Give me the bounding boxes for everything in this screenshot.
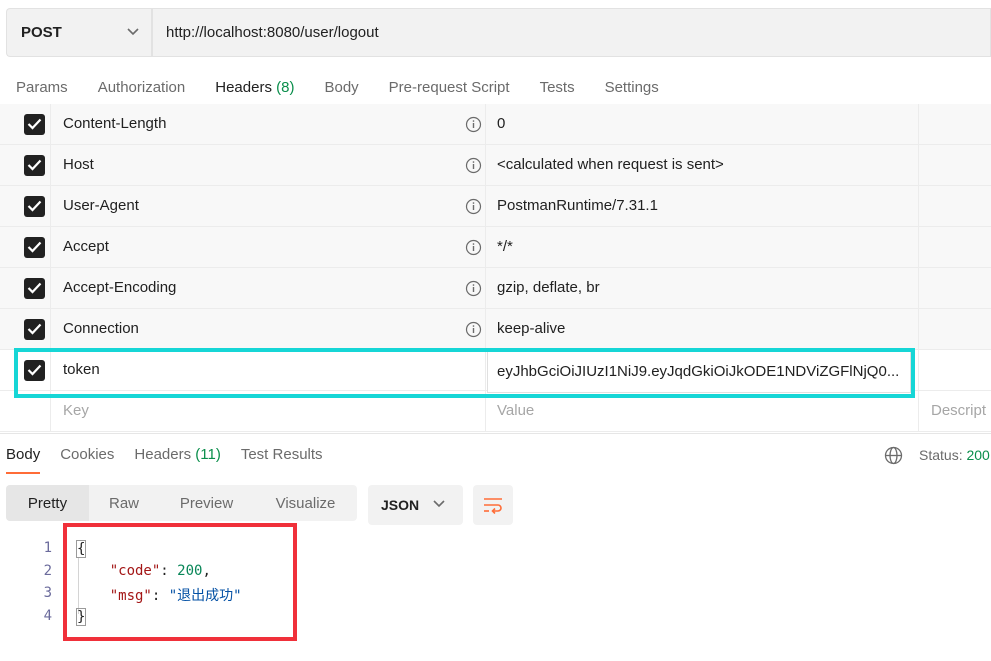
tab-params[interactable]: Params: [16, 70, 68, 108]
format-select[interactable]: JSON: [368, 485, 463, 525]
checkbox-checked-icon[interactable]: [24, 237, 45, 258]
preview-button[interactable]: Preview: [159, 485, 254, 521]
tab-headers[interactable]: Headers (8): [215, 70, 295, 108]
request-url-bar: POST http://localhost:8080/user/logout: [6, 8, 991, 57]
tab-response-headers-label: Headers: [134, 446, 192, 463]
tab-tests[interactable]: Tests: [540, 70, 575, 108]
key-placeholder[interactable]: Key: [63, 402, 89, 419]
tab-cookies[interactable]: Cookies: [60, 446, 114, 474]
tab-headers-count: (8): [276, 79, 295, 96]
tab-headers-label: Headers: [215, 79, 272, 96]
line-number: 3: [43, 585, 52, 601]
header-row: Content-Length 0: [0, 104, 991, 145]
tab-response-headers[interactable]: Headers (11): [134, 446, 220, 474]
raw-button[interactable]: Raw: [89, 485, 159, 521]
tab-response-body[interactable]: Body: [6, 446, 41, 474]
value-placeholder[interactable]: Value: [497, 402, 534, 419]
line-number: 2: [43, 563, 52, 579]
header-key: User-Agent: [63, 197, 139, 214]
globe-icon[interactable]: [884, 446, 903, 465]
response-highlight-box: [63, 523, 297, 641]
header-key: Accept: [63, 238, 109, 255]
info-icon[interactable]: [465, 157, 482, 174]
tab-pre-request-script[interactable]: Pre-request Script: [389, 70, 510, 108]
method-select[interactable]: POST: [6, 8, 151, 57]
chevron-down-icon: [433, 500, 445, 508]
info-icon[interactable]: [465, 198, 482, 215]
header-key: Connection: [63, 320, 139, 337]
status-label: Status:: [919, 447, 963, 463]
status-value: 200: [966, 447, 990, 463]
tab-test-results[interactable]: Test Results: [241, 446, 323, 474]
checkbox-checked-icon[interactable]: [24, 278, 45, 299]
checkbox-checked-icon[interactable]: [24, 319, 45, 340]
header-row: Accept-Encoding gzip, deflate, br: [0, 268, 991, 309]
info-icon[interactable]: [465, 239, 482, 256]
url-input[interactable]: http://localhost:8080/user/logout: [152, 8, 991, 57]
header-value[interactable]: PostmanRuntime/7.31.1: [497, 197, 658, 214]
checkbox-checked-icon[interactable]: [24, 155, 45, 176]
header-value[interactable]: keep-alive: [497, 320, 565, 337]
token-highlight-box: [14, 348, 915, 398]
description-placeholder[interactable]: Descript: [931, 402, 986, 419]
response-separator: [0, 433, 991, 434]
header-value[interactable]: */*: [497, 238, 513, 255]
checkbox-checked-icon[interactable]: [24, 114, 45, 135]
wrap-lines-button[interactable]: [473, 485, 513, 525]
header-value[interactable]: <calculated when request is sent>: [497, 156, 724, 173]
format-select-label: JSON: [381, 497, 420, 513]
checkbox-checked-icon[interactable]: [24, 196, 45, 217]
header-key: Host: [63, 156, 94, 173]
info-icon[interactable]: [465, 116, 482, 133]
wrap-lines-icon: [484, 498, 502, 514]
method-label: POST: [21, 24, 62, 41]
response-status: Status: 200: [919, 447, 990, 463]
line-number: 1: [43, 540, 52, 556]
header-value[interactable]: gzip, deflate, br: [497, 279, 600, 296]
info-icon[interactable]: [465, 280, 482, 297]
format-tabs: Pretty Raw Preview Visualize: [6, 485, 357, 521]
info-icon[interactable]: [465, 321, 482, 338]
tab-body[interactable]: Body: [324, 70, 358, 108]
header-row: Connection keep-alive: [0, 309, 991, 350]
header-row: Accept */*: [0, 227, 991, 268]
tab-settings[interactable]: Settings: [605, 70, 659, 108]
response-tabs: Body Cookies Headers (11) Test Results: [6, 446, 343, 474]
header-value[interactable]: 0: [497, 115, 505, 132]
pretty-button[interactable]: Pretty: [6, 485, 89, 521]
header-key: Content-Length: [63, 115, 167, 132]
line-number: 4: [43, 608, 52, 624]
tab-authorization[interactable]: Authorization: [98, 70, 186, 108]
url-text: http://localhost:8080/user/logout: [166, 24, 379, 41]
header-row: Host <calculated when request is sent>: [0, 145, 991, 186]
header-key: Accept-Encoding: [63, 279, 177, 296]
tab-response-headers-count: (11): [195, 446, 221, 463]
chevron-down-icon: [127, 28, 139, 36]
header-row: User-Agent PostmanRuntime/7.31.1: [0, 186, 991, 227]
visualize-button[interactable]: Visualize: [254, 485, 357, 521]
